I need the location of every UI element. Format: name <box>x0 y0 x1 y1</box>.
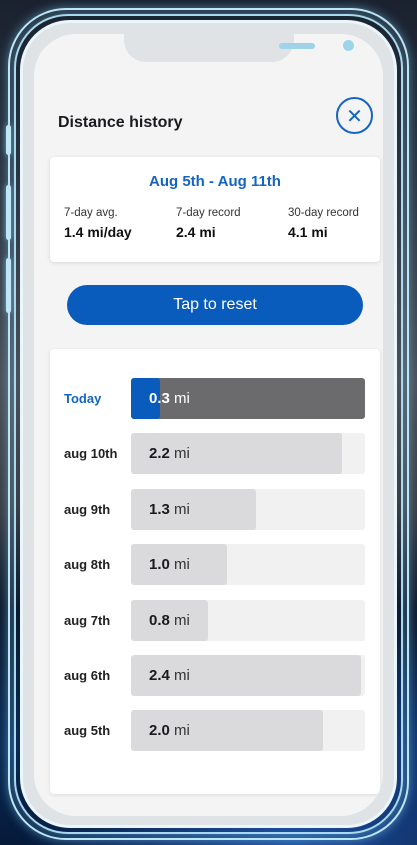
side-button-volume-down <box>6 258 11 313</box>
history-row: aug 9th 1.3 mi <box>50 489 380 530</box>
close-icon: ✕ <box>346 103 363 128</box>
distance-unit: mi <box>174 667 190 684</box>
row-distance-value: 1.0 mi <box>149 544 190 585</box>
distance-bar-track: 1.3 mi <box>131 489 365 530</box>
side-button-silent <box>6 125 11 155</box>
page-title: Distance history <box>58 114 183 131</box>
history-row: aug 8th 1.0 mi <box>50 544 380 585</box>
row-date-label: aug 9th <box>64 502 111 517</box>
row-date-label: aug 10th <box>64 446 118 461</box>
distance-unit: mi <box>174 722 190 739</box>
row-date-label: aug 8th <box>64 557 111 572</box>
distance-unit: mi <box>174 501 190 518</box>
row-date-label: aug 7th <box>64 613 111 628</box>
reset-button[interactable]: Tap to reset <box>67 285 363 325</box>
stat-value: 1.4 mi/day <box>64 224 132 240</box>
distance-unit: mi <box>174 445 190 462</box>
distance-unit: mi <box>174 390 190 407</box>
stat-label: 7-day avg. <box>64 207 118 219</box>
distance-number: 2.0 <box>149 722 170 739</box>
distance-number: 0.8 <box>149 612 170 629</box>
camera-icon <box>343 40 354 51</box>
row-distance-value: 1.3 mi <box>149 489 190 530</box>
app-screen: Distance history ✕ Aug 5th - Aug 11th 7-… <box>34 34 383 816</box>
stat-label: 7-day record <box>176 207 241 219</box>
distance-number: 1.0 <box>149 556 170 573</box>
distance-number: 0.3 <box>149 390 170 407</box>
stat-30-day-record: 30-day record 4.1 mi <box>288 207 359 240</box>
distance-unit: mi <box>174 556 190 573</box>
stat-7-day-record: 7-day record 2.4 mi <box>176 207 241 240</box>
row-date-label: Today <box>64 391 102 406</box>
row-distance-value: 0.3 mi <box>149 378 190 419</box>
distance-bar-track: 2.2 mi <box>131 433 365 474</box>
distance-number: 1.3 <box>149 501 170 518</box>
speaker-grille <box>279 43 315 49</box>
stat-7-day-avg: 7-day avg. 1.4 mi/day <box>64 207 132 240</box>
row-distance-value: 2.2 mi <box>149 433 190 474</box>
history-row: Today 0.3 mi <box>50 378 380 419</box>
distance-bar-track: 0.8 mi <box>131 600 365 641</box>
distance-bar-track: 2.0 mi <box>131 710 365 751</box>
side-button-volume-up <box>6 185 11 240</box>
distance-bar-track: 0.3 mi <box>131 378 365 419</box>
distance-number: 2.2 <box>149 445 170 462</box>
row-date-label: aug 5th <box>64 723 111 738</box>
close-button[interactable]: ✕ <box>336 97 373 134</box>
row-distance-value: 2.0 mi <box>149 710 190 751</box>
history-row: aug 6th 2.4 mi <box>50 655 380 696</box>
history-row: aug 5th 2.0 mi <box>50 710 380 751</box>
stat-label: 30-day record <box>288 207 359 219</box>
summary-card: Aug 5th - Aug 11th 7-day avg. 1.4 mi/day… <box>50 157 380 262</box>
date-range: Aug 5th - Aug 11th <box>149 173 281 190</box>
row-date-label: aug 6th <box>64 668 111 683</box>
phone-notch <box>124 34 354 62</box>
distance-bar-track: 2.4 mi <box>131 655 365 696</box>
stat-value: 4.1 mi <box>288 224 328 240</box>
distance-bar-track: 1.0 mi <box>131 544 365 585</box>
row-distance-value: 2.4 mi <box>149 655 190 696</box>
distance-unit: mi <box>174 612 190 629</box>
history-row: aug 10th 2.2 mi <box>50 433 380 474</box>
history-row: aug 7th 0.8 mi <box>50 600 380 641</box>
distance-number: 2.4 <box>149 667 170 684</box>
stat-value: 2.4 mi <box>176 224 216 240</box>
row-distance-value: 0.8 mi <box>149 600 190 641</box>
history-card: Today 0.3 mi aug 10th 2.2 mi aug 9th 1.3 mi au… <box>50 349 380 794</box>
